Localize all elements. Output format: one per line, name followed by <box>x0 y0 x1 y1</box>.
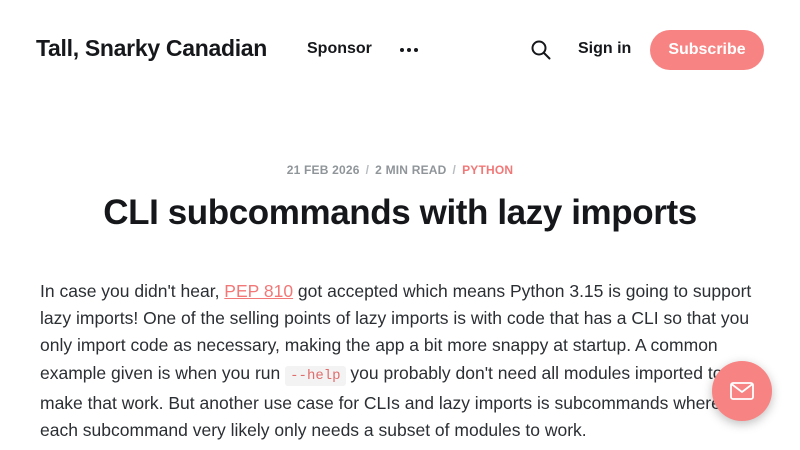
post-tag-link[interactable]: PYTHON <box>462 163 513 177</box>
site-title[interactable]: Tall, Snarky Canadian <box>36 35 267 62</box>
meta-separator: / <box>365 163 370 177</box>
paragraph-text: In case you didn't hear, <box>40 281 225 301</box>
newsletter-envelope-button[interactable] <box>712 361 772 421</box>
read-time: 2 MIN READ <box>375 163 447 177</box>
post-date: 21 FEB 2026 <box>286 163 360 177</box>
post-meta: 21 FEB 2026 / 2 MIN READ / PYTHON <box>0 163 800 177</box>
inline-code: --help <box>285 365 346 386</box>
meta-separator: / <box>452 163 457 177</box>
sign-in-link[interactable]: Sign in <box>578 40 631 58</box>
article-paragraph: In case you didn't hear, PEP 810 got acc… <box>40 278 762 444</box>
pep-810-link[interactable]: PEP 810 <box>224 281 293 301</box>
post-title: CLI subcommands with lazy imports <box>103 193 697 232</box>
site-header: Tall, Snarky Canadian Sponsor Sign in Su… <box>0 0 800 100</box>
subscribe-button[interactable]: Subscribe <box>650 30 764 70</box>
search-icon[interactable] <box>530 39 552 61</box>
nav-sponsor-link[interactable]: Sponsor <box>307 40 372 58</box>
more-horizontal-icon[interactable] <box>399 40 419 60</box>
envelope-icon <box>730 382 754 400</box>
